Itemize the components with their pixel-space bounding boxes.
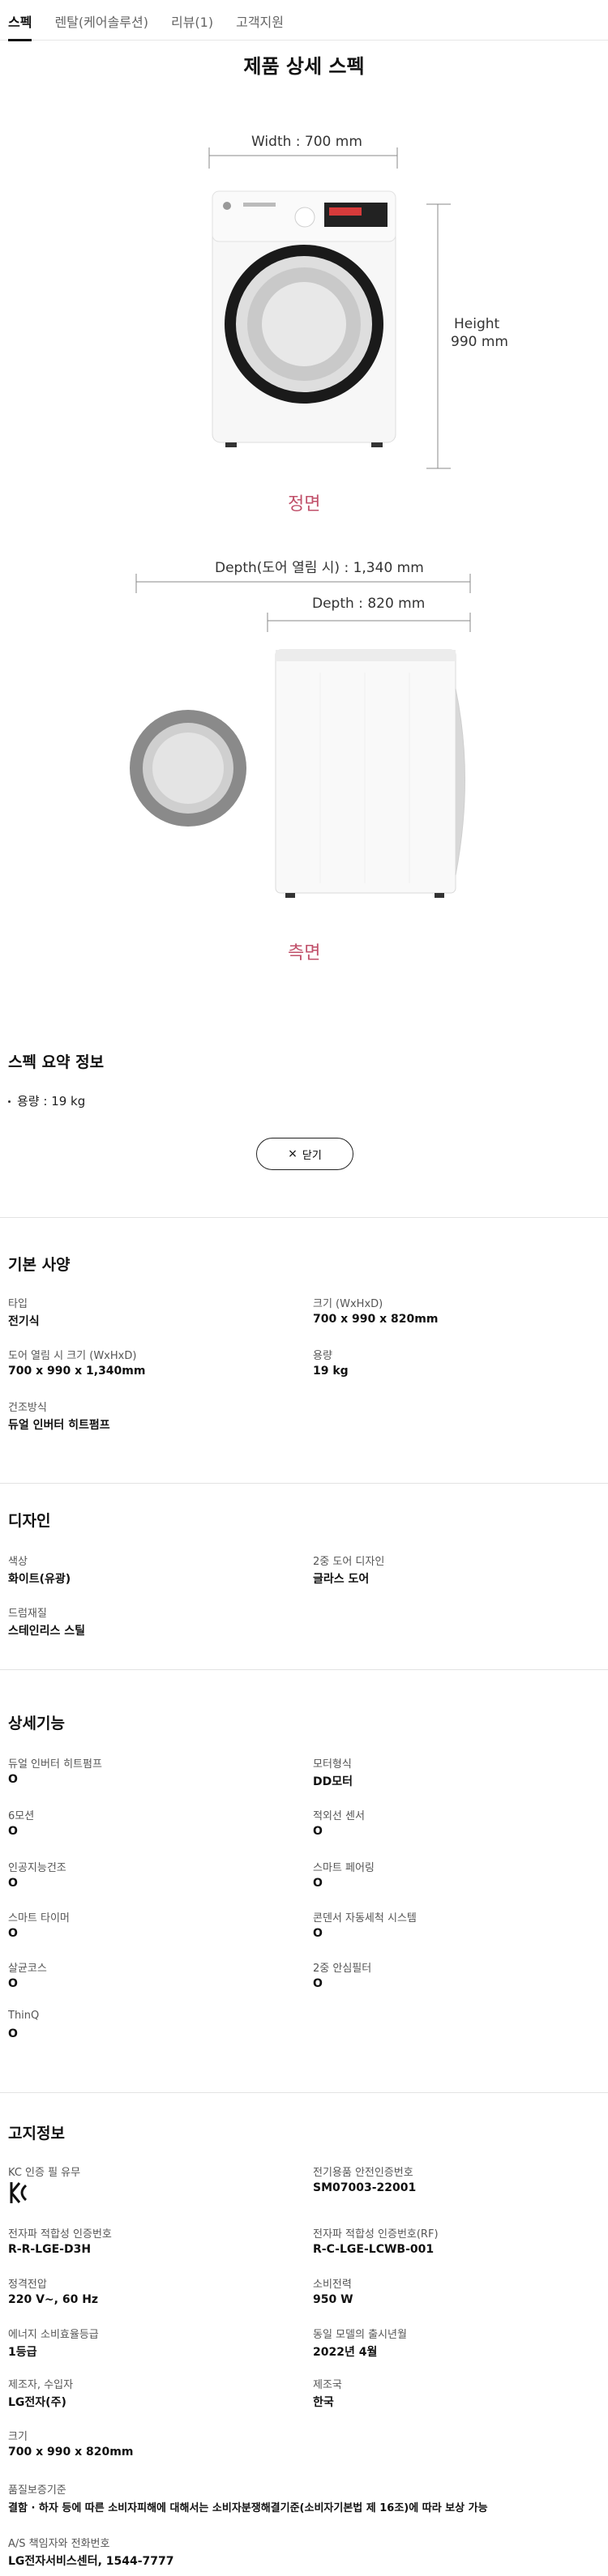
spec-value: 글라스 도어 [313, 1573, 370, 1586]
spec-label: 품질보증기준 [8, 2484, 66, 2497]
spec-value: R-C-LGE-LCWB-001 [313, 2243, 435, 2256]
front-height-label-1: Height [454, 316, 500, 332]
basic-section-title: 기본 사양 [8, 1256, 71, 1274]
notice-section-title: 고지정보 [8, 2125, 65, 2142]
spec-label: 제조자, 수입자 [8, 2379, 74, 2391]
spec-value: R-R-LGE-D3H [8, 2243, 92, 2256]
side-view-diagram [130, 574, 471, 898]
spec-value: SM07003-22001 [313, 2181, 417, 2194]
spec-label: 스마트 페어링 [313, 1862, 375, 1874]
spec-value: 950 W [313, 2293, 353, 2306]
spec-value: 1등급 [8, 2346, 37, 2359]
spec-value: O [313, 1927, 323, 1940]
spec-value: O [8, 1927, 18, 1940]
spec-label: 용량 [313, 1350, 332, 1362]
close-button[interactable]: × 닫기 [256, 1138, 353, 1170]
spec-value: O [8, 1977, 18, 1990]
divider [0, 1669, 608, 1670]
tab-review[interactable]: 리뷰(1) [171, 0, 213, 41]
spec-label: 정격전압 [8, 2279, 47, 2291]
spec-value: 19 kg [313, 1365, 349, 1378]
summary-title: 스펙 요약 정보 [8, 1053, 105, 1071]
spec-label: 적외선 센서 [313, 1810, 365, 1822]
summary-item: 용량 : 19 kg [8, 1092, 85, 1109]
spec-value: 700 x 990 x 820mm [313, 1313, 439, 1326]
spec-value: 전기식 [8, 1315, 40, 1328]
spec-label: 동일 모델의 출시년월 [313, 2329, 407, 2341]
spec-label: 6모션 [8, 1810, 35, 1822]
summary-item-text: 용량 : 19 kg [17, 1094, 86, 1109]
close-icon: × [288, 1147, 298, 1160]
spec-label: 인공지능건조 [8, 1862, 66, 1874]
front-height-label-2: 990 mm [451, 334, 508, 350]
spec-label: 도어 열림 시 크기 (WxHxD) [8, 1350, 137, 1362]
spec-label: 색상 [8, 1556, 28, 1568]
spec-value: 700 x 990 x 1,340mm [8, 1365, 146, 1378]
spec-value: 220 V~, 60 Hz [8, 2293, 99, 2306]
spec-label: 소비전력 [313, 2279, 352, 2291]
tab-spec[interactable]: 스펙 [8, 0, 32, 41]
spec-label: 크기 [8, 2431, 28, 2443]
side-depth-open-label: Depth(도어 열림 시) : 1,340 mm [215, 560, 424, 576]
spec-value: 스테인리스 스틸 [8, 1625, 86, 1638]
spec-value: O [8, 1877, 18, 1890]
spec-label: 제조국 [313, 2379, 342, 2391]
spec-label: 콘덴서 자동세척 시스템 [313, 1912, 417, 1925]
divider [0, 2092, 608, 2093]
spec-label: 타입 [8, 1298, 28, 1310]
kc-mark-icon [10, 2182, 28, 2203]
divider [0, 1217, 608, 1218]
tab-rental[interactable]: 렌탈(케어솔루션) [54, 0, 148, 41]
front-view-diagram [208, 147, 451, 469]
spec-value: O [8, 1773, 18, 1786]
spec-value: O [313, 1877, 323, 1890]
spec-label: 건조방식 [8, 1402, 47, 1414]
front-width-label: Width : 700 mm [251, 134, 362, 150]
page-title: 제품 상세 스펙 [243, 55, 365, 78]
front-caption: 정면 [288, 494, 321, 515]
spec-value: O [8, 1825, 18, 1838]
spec-value: 듀얼 인버터 히트펌프 [8, 1419, 110, 1432]
spec-value: 700 x 990 x 820mm [8, 2446, 134, 2459]
spec-label: 2중 도어 디자인 [313, 1556, 385, 1568]
spec-value: O [313, 1977, 323, 1990]
spec-value: LG전자(주) [8, 2396, 66, 2409]
spec-value: O [313, 1825, 323, 1838]
features-section-title: 상세기능 [8, 1715, 65, 1732]
spec-value: 화이트(유광) [8, 1573, 71, 1586]
tab-bar: 스펙 렌탈(케어솔루션) 리뷰(1) 고객지원 [0, 0, 608, 41]
spec-value: 한국 [313, 2396, 334, 2409]
spec-label: 모터형식 [313, 1758, 352, 1771]
spec-value: 결함 · 하자 등에 따른 소비자피해에 대해서는 소비자분쟁해결기준(소비자기… [8, 2502, 488, 2514]
spec-value: O [8, 2027, 18, 2040]
spec-label: A/S 책임자와 전화번호 [8, 2538, 110, 2550]
spec-value: DD모터 [313, 1775, 353, 1788]
spec-label: 전자파 적합성 인증번호(RF) [313, 2228, 439, 2241]
spec-label: 살균코스 [8, 1963, 47, 1975]
spec-label: 전자파 적합성 인증번호 [8, 2228, 112, 2241]
design-section-title: 디자인 [8, 1512, 51, 1530]
spec-label: 전기용품 안전인증번호 [313, 2167, 413, 2179]
divider [0, 1483, 608, 1484]
spec-label: ThinQ [8, 2010, 40, 2022]
tab-support[interactable]: 고객지원 [236, 0, 284, 41]
side-caption: 측면 [288, 943, 321, 963]
side-depth-label: Depth : 820 mm [312, 596, 426, 612]
spec-label: 드럼재질 [8, 1608, 47, 1620]
spec-value: LG전자서비스센터, 1544-7777 [8, 2555, 174, 2568]
spec-label: 2중 안심필터 [313, 1963, 372, 1975]
spec-label: 크기 (WxHxD) [313, 1298, 383, 1310]
spec-value: 2022년 4월 [313, 2346, 378, 2359]
spec-label: 듀얼 인버터 히트펌프 [8, 1758, 102, 1771]
spec-label: 스마트 타이머 [8, 1912, 70, 1925]
spec-label: KC 인증 필 유무 [8, 2167, 81, 2179]
spec-label: 에너지 소비효율등급 [8, 2329, 99, 2341]
close-button-label: 닫기 [302, 1149, 322, 1162]
